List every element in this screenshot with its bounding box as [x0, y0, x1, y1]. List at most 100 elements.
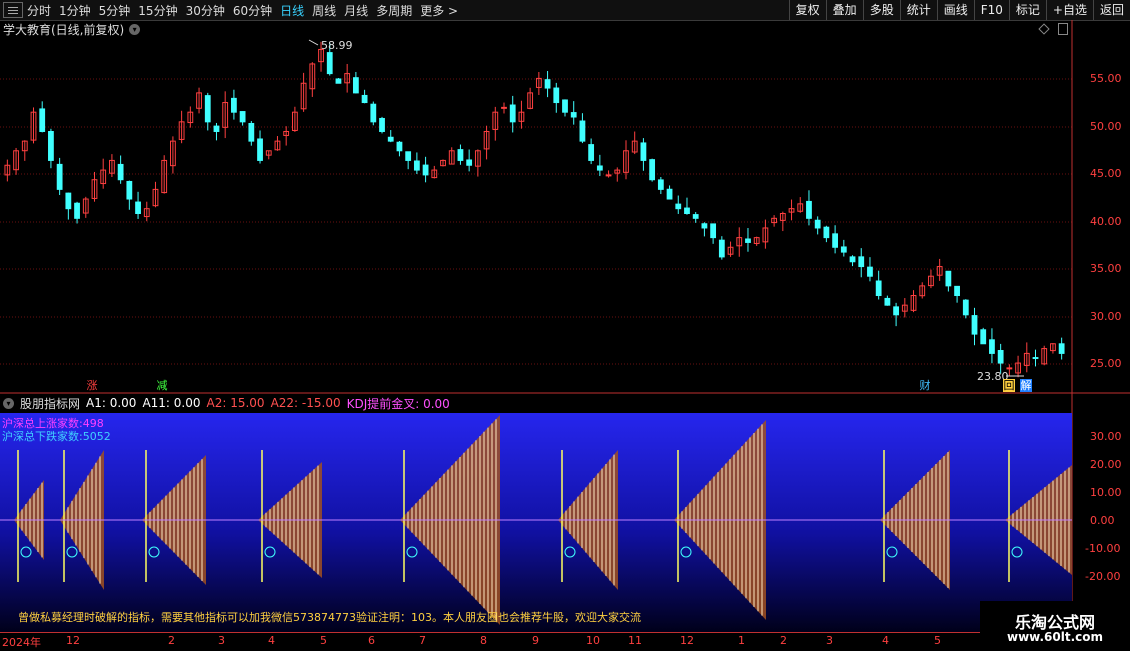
candle-body: [710, 223, 717, 239]
add-watchlist-button[interactable]: +自选: [1045, 0, 1093, 20]
ind-tick-m20: -20.00: [1085, 570, 1121, 583]
fan-shape: [142, 455, 206, 585]
candle-body: [187, 111, 194, 124]
mark-button[interactable]: 标记: [1008, 0, 1046, 20]
multi-stock-button[interactable]: 多股: [862, 0, 900, 20]
period-fenshi[interactable]: 分时: [27, 2, 51, 19]
candle-body: [291, 111, 298, 131]
chevron-down-icon[interactable]: ▾: [3, 397, 14, 409]
candle-body: [161, 159, 168, 194]
candle-body: [867, 266, 873, 277]
candle-body: [352, 77, 359, 94]
toolbar-buttons: 复权 叠加 多股 统计 画线 F10 标记 +自选 返回: [788, 0, 1130, 20]
x-tick: 11: [628, 634, 642, 647]
candle-body: [213, 125, 220, 132]
fan-shape: [60, 450, 104, 590]
candle-body: [300, 82, 307, 110]
y-tick-30: 30.00: [1090, 310, 1122, 323]
candle-body: [422, 164, 429, 176]
candle-body: [1023, 352, 1030, 366]
x-axis: 2024年 12 2 3 4 5 6 7 8 9 10 11 12 1 2 3 …: [0, 632, 980, 651]
period-monthly[interactable]: 月线: [344, 2, 368, 19]
candle-body: [440, 159, 446, 167]
period-multi[interactable]: 多周期: [376, 2, 412, 19]
candle-body: [832, 233, 838, 248]
y-tick-55: 55.00: [1090, 72, 1122, 85]
draw-line-button[interactable]: 画线: [936, 0, 974, 20]
chart-title-row: 学大教育(日线,前复权) ▾: [3, 21, 141, 37]
candle-body: [736, 237, 743, 247]
candle-body: [109, 159, 115, 174]
candle-body: [718, 239, 725, 258]
candle-body: [971, 315, 978, 335]
candle-body: [448, 150, 455, 165]
diamond-icon[interactable]: [1038, 23, 1050, 35]
marker-jie: 解: [1020, 379, 1032, 392]
period-60min[interactable]: 60分钟: [233, 2, 272, 19]
f10-button[interactable]: F10: [973, 0, 1009, 20]
candle-body: [884, 297, 891, 306]
candle-body: [980, 329, 987, 345]
candle-body: [387, 136, 394, 142]
candle-body: [309, 63, 316, 90]
back-button[interactable]: 返回: [1092, 0, 1130, 20]
candle-body: [945, 270, 952, 287]
fan-shape: [558, 450, 618, 590]
fan-shape: [880, 450, 950, 590]
candle-body: [74, 202, 80, 219]
candle-body: [875, 280, 882, 297]
candle-body: [413, 160, 420, 171]
fuquan-button[interactable]: 复权: [788, 0, 826, 20]
x-tick: 4: [268, 634, 275, 647]
x-tick: 12: [66, 634, 80, 647]
ind-tick-20: 20.00: [1090, 458, 1122, 471]
candle-body: [361, 94, 368, 104]
ind-tick-0: 0.00: [1090, 514, 1115, 527]
candle-body: [518, 111, 525, 122]
candle-body: [492, 111, 499, 130]
fan-circle: [20, 546, 32, 558]
ind-tick-30: 30.00: [1090, 430, 1122, 443]
candle-body: [849, 256, 856, 263]
x-tick: 5: [934, 634, 941, 647]
candle-body: [840, 246, 847, 253]
period-15min[interactable]: 15分钟: [138, 2, 177, 19]
x-tick: 5: [320, 634, 327, 647]
indicator-a11: A11: 0.00: [142, 396, 201, 410]
stats-button[interactable]: 统计: [899, 0, 937, 20]
period-30min[interactable]: 30分钟: [186, 2, 225, 19]
candle-body: [623, 150, 629, 173]
overlay-button[interactable]: 叠加: [825, 0, 863, 20]
candlesticks: [4, 41, 1065, 378]
period-5min[interactable]: 5分钟: [99, 2, 131, 19]
marker-down: 减: [156, 379, 168, 392]
candle-body: [762, 227, 769, 243]
period-more[interactable]: 更多 >: [420, 2, 458, 19]
menu-icon[interactable]: [3, 2, 23, 18]
candle-body: [745, 238, 751, 243]
candle-body: [806, 200, 812, 219]
marker-hui: 回: [1003, 379, 1015, 392]
x-tick: 2: [780, 634, 787, 647]
x-tick: 4: [882, 634, 889, 647]
candle-body: [919, 285, 926, 297]
chevron-down-icon[interactable]: ▾: [129, 23, 141, 35]
ind-tick-m10: -10.00: [1085, 542, 1121, 555]
period-1min[interactable]: 1分钟: [59, 2, 91, 19]
candle-body: [614, 169, 621, 174]
candle-body: [605, 174, 612, 177]
marker-cai: 财: [919, 379, 931, 392]
candle-body: [143, 208, 150, 218]
candle-body: [588, 144, 595, 161]
candle-body: [753, 237, 760, 244]
x-tick: 2: [168, 634, 175, 647]
indicator-fans: [0, 415, 1072, 625]
candle-body: [117, 163, 124, 181]
x-tick: 1: [738, 634, 745, 647]
candle-body: [318, 48, 324, 63]
x-tick: 6: [368, 634, 375, 647]
panel-toggle-icon[interactable]: [1058, 23, 1068, 35]
candle-body: [596, 165, 603, 171]
period-daily[interactable]: 日线: [280, 2, 304, 19]
period-weekly[interactable]: 周线: [312, 2, 336, 19]
